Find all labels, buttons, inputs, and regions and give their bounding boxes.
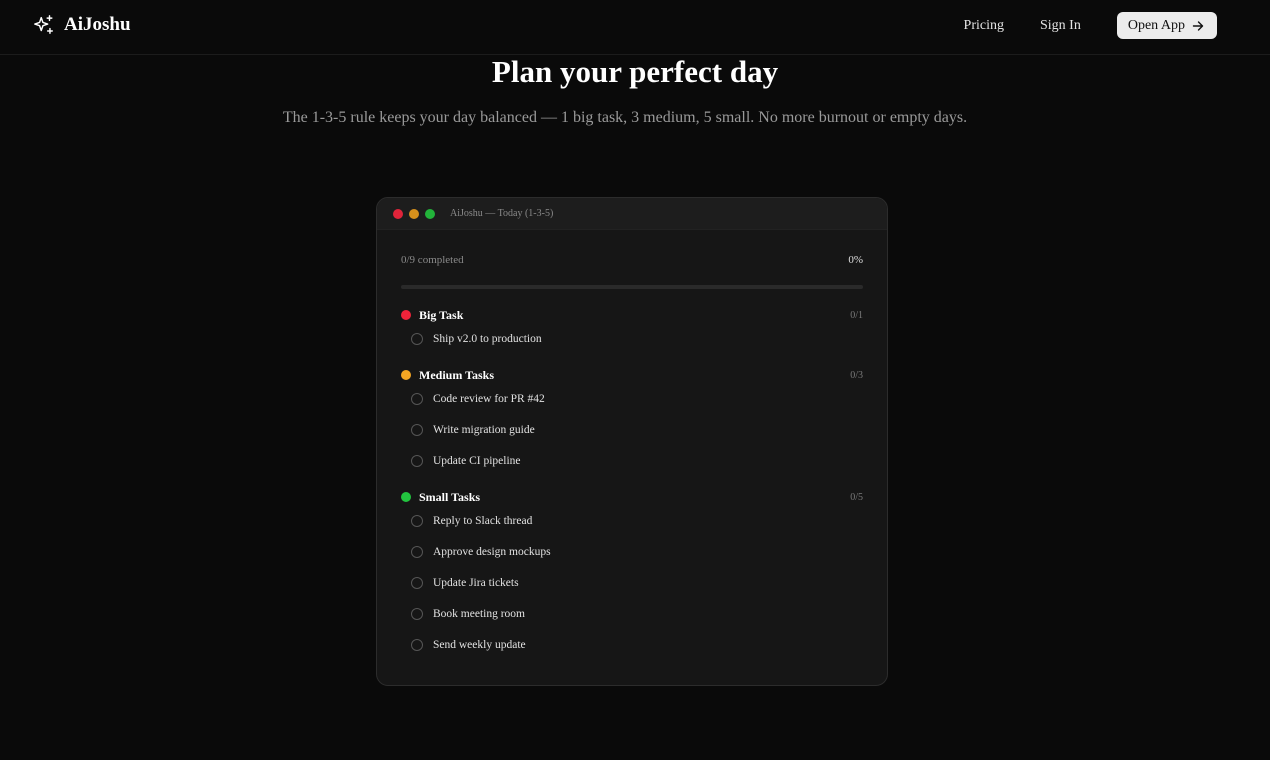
task-label: Book meeting room	[433, 607, 525, 620]
progress-label: 0/9 completed	[401, 254, 464, 266]
section-title: Medium Tasks	[419, 367, 495, 382]
section-count: 0/1	[850, 309, 863, 321]
priority-dot	[401, 492, 411, 502]
progress-percent: 0%	[848, 254, 863, 266]
task-label: Send weekly update	[433, 638, 526, 651]
section-big-task: Big Task 0/1 Ship v2.0 to production	[401, 307, 863, 354]
task-checkbox[interactable]	[411, 332, 423, 345]
task-checkbox[interactable]	[411, 607, 423, 620]
section-count: 0/3	[850, 369, 863, 381]
progress-summary: 0/9 completed 0%	[401, 254, 863, 266]
section-header: Big Task 0/1	[401, 307, 863, 323]
sparkle-icon	[34, 15, 53, 34]
task-label: Ship v2.0 to production	[433, 332, 542, 345]
hero-title: Plan your perfect day	[491, 54, 779, 89]
nav-link-pricing[interactable]: Pricing	[964, 12, 1004, 39]
section-title: Small Tasks	[419, 489, 481, 504]
nav-links: Pricing Sign In Open App	[964, 12, 1217, 39]
task-checkbox[interactable]	[411, 392, 423, 405]
task-label: Approve design mockups	[433, 545, 551, 558]
window-close-dot	[393, 208, 403, 219]
brand-name: AiJoshu	[64, 14, 131, 35]
task-item[interactable]: Update CI pipeline	[401, 445, 863, 476]
task-checkbox[interactable]	[411, 638, 423, 651]
task-item[interactable]: Ship v2.0 to production	[401, 323, 863, 354]
task-item[interactable]: Approve design mockups	[401, 536, 863, 567]
window-titlebar: AiJoshu — Today (1-3-5)	[377, 198, 887, 230]
window-minimize-dot	[409, 208, 419, 219]
top-nav: AiJoshu Pricing Sign In Open App	[0, 0, 1270, 55]
section-count: 0/5	[850, 491, 863, 503]
progress-bar	[401, 285, 863, 289]
task-label: Update Jira tickets	[433, 576, 519, 589]
task-item[interactable]: Send weekly update	[401, 629, 863, 660]
task-item[interactable]: Book meeting room	[401, 598, 863, 629]
window-maximize-dot	[425, 208, 435, 219]
priority-dot	[401, 310, 411, 320]
section-title: Big Task	[419, 307, 464, 322]
task-checkbox[interactable]	[411, 514, 423, 527]
brand[interactable]: AiJoshu	[33, 14, 131, 36]
section-header: Medium Tasks 0/3	[401, 367, 863, 383]
task-label: Code review for PR #42	[433, 392, 545, 405]
task-label: Update CI pipeline	[433, 454, 521, 467]
task-item[interactable]: Write migration guide	[401, 414, 863, 445]
arrow-right-icon	[1192, 20, 1204, 31]
task-item[interactable]: Reply to Slack thread	[401, 505, 863, 536]
nav-link-sign-in[interactable]: Sign In	[1040, 12, 1081, 39]
task-checkbox[interactable]	[411, 576, 423, 589]
task-item[interactable]: Update Jira tickets	[401, 567, 863, 598]
task-label: Write migration guide	[433, 423, 535, 436]
task-checkbox[interactable]	[411, 423, 423, 436]
task-checkbox[interactable]	[411, 454, 423, 467]
section-small-tasks: Small Tasks 0/5 Reply to Slack thread Ap…	[401, 489, 863, 660]
task-label: Reply to Slack thread	[433, 514, 533, 527]
task-checkbox[interactable]	[411, 545, 423, 558]
task-item[interactable]: Code review for PR #42	[401, 383, 863, 414]
app-preview-window: AiJoshu — Today (1-3-5) 0/9 completed 0%…	[376, 197, 888, 686]
open-app-button[interactable]: Open App	[1116, 12, 1217, 39]
section-header: Small Tasks 0/5	[401, 489, 863, 505]
section-medium-tasks: Medium Tasks 0/3 Code review for PR #42 …	[401, 367, 863, 476]
open-app-label: Open App	[1127, 17, 1185, 33]
window-title: AiJoshu — Today (1-3-5)	[450, 208, 554, 219]
hero-subtitle: The 1-3-5 rule keeps your day balanced —…	[282, 109, 968, 126]
priority-dot	[401, 370, 411, 380]
